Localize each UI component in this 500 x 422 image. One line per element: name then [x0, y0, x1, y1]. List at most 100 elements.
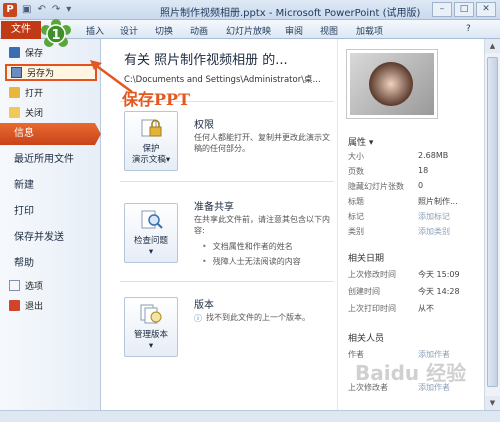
page-title: 有关 照片制作视频相册 的...: [124, 53, 288, 68]
protect-button-label-2: 演示文稿▾: [131, 155, 171, 165]
info-icon: ⓘ: [194, 314, 202, 323]
step-number-badge-icon: 1: [41, 19, 71, 47]
menu-item-open[interactable]: 打开: [5, 84, 97, 101]
menu-item-close[interactable]: 关闭: [5, 104, 97, 121]
property-row: 标题 照片制作...: [348, 196, 484, 207]
check-issues-label-2: ▾: [148, 247, 154, 257]
menu-item-options[interactable]: 选项: [5, 277, 97, 294]
date-row: 创建时间 今天 14:28: [348, 286, 484, 297]
date-row: 上次修改时间 今天 15:09: [348, 269, 484, 280]
tab-review[interactable]: 审阅: [285, 24, 303, 37]
customize-qat-icon[interactable]: ▾: [66, 4, 71, 15]
property-key: 标题: [348, 197, 364, 206]
powerpoint-app-icon[interactable]: P: [3, 3, 17, 17]
date-value: 今天 15:09: [418, 270, 460, 279]
list-item: 残障人士无法阅读的内容: [202, 256, 301, 267]
menu-item-save-as[interactable]: 另存为: [5, 64, 97, 81]
related-people-heading: 相关人员: [348, 334, 385, 344]
ribbon-tab-bar: 文件 插入 设计 切换 动画 幻灯片放映 审阅 视图 加载项 ?: [0, 20, 500, 39]
tab-slideshow[interactable]: 幻灯片放映: [226, 24, 271, 37]
property-key: 类别: [348, 227, 364, 236]
help-icon[interactable]: ?: [466, 24, 471, 34]
check-for-issues-button[interactable]: 检查问题 ▾: [124, 203, 178, 263]
date-key: 上次修改时间: [348, 270, 396, 279]
inspect-document-icon: [141, 210, 163, 229]
versions-heading: 版本: [194, 300, 214, 311]
property-row: 页数 18: [348, 166, 484, 177]
tab-transitions[interactable]: 切换: [155, 24, 173, 37]
title-bar: P ▣ ↶ ↷ ▾ 照片制作视频相册.pptx - Microsoft Powe…: [0, 0, 500, 20]
menu-item-print[interactable]: 打印: [0, 201, 101, 223]
menu-item-new[interactable]: 新建: [0, 175, 101, 197]
options-icon: [9, 280, 20, 291]
watermark: Baidu 经验: [355, 361, 467, 385]
manage-versions-label-2: ▾: [148, 341, 154, 351]
add-tags-field[interactable]: 添加标记: [418, 211, 450, 222]
add-category-field[interactable]: 添加类别: [418, 226, 450, 237]
property-key: 标记: [348, 212, 364, 221]
menu-item-exit-label: 退出: [25, 302, 44, 312]
quick-access-toolbar: ▣ ↶ ↷ ▾: [22, 4, 71, 15]
versions-icon: [140, 304, 162, 324]
close-file-icon: [9, 107, 20, 118]
divider: [120, 281, 334, 282]
window-controls: – □ ✕: [432, 2, 496, 17]
save-as-icon: [11, 67, 22, 78]
scroll-down-icon[interactable]: ▼: [485, 396, 500, 410]
property-key: 隐藏幻灯片张数: [348, 182, 404, 191]
tab-design[interactable]: 设计: [120, 24, 138, 37]
window-title: 照片制作视频相册.pptx - Microsoft PowerPoint (试用…: [160, 8, 421, 19]
date-row: 上次打印时间 从不: [348, 303, 484, 314]
redo-icon[interactable]: ↷: [52, 4, 60, 15]
property-value[interactable]: 照片制作...: [418, 196, 458, 207]
menu-item-options-label: 选项: [25, 282, 44, 292]
maximize-button[interactable]: □: [454, 2, 474, 17]
undo-icon[interactable]: ↶: [37, 4, 45, 15]
related-dates-heading: 相关日期: [348, 254, 385, 264]
date-key: 上次打印时间: [348, 304, 396, 313]
annotation-label: 保存PPT: [122, 90, 190, 109]
scrollbar-thumb[interactable]: [487, 57, 498, 387]
tab-file[interactable]: 文件: [1, 21, 41, 39]
menu-item-save-send[interactable]: 保存并发送: [0, 227, 101, 249]
minimize-button[interactable]: –: [432, 2, 452, 17]
tab-addins[interactable]: 加载项: [356, 24, 383, 37]
manage-versions-label-1: 管理版本: [133, 330, 168, 340]
tab-view[interactable]: 视图: [320, 24, 338, 37]
property-row: 大小 2.68MB: [348, 151, 484, 162]
prepare-sharing-text: 在共享此文件前，请注意其包含以下内容:: [194, 215, 330, 235]
menu-item-recent[interactable]: 最近所用文件: [0, 149, 101, 171]
scroll-up-icon[interactable]: ▲: [485, 39, 500, 53]
step-number: 1: [51, 28, 60, 43]
permissions-heading: 权限: [194, 120, 214, 131]
tab-animations[interactable]: 动画: [190, 24, 208, 37]
property-value: 2.68MB: [418, 151, 449, 160]
properties-panel: 属性 ▾ 大小 2.68MB 页数 18 隐藏幻灯片张数 0 标题 照片制作..…: [337, 39, 484, 410]
save-icon[interactable]: ▣: [22, 4, 31, 15]
menu-item-help[interactable]: 帮助: [0, 253, 101, 275]
property-key: 页数: [348, 167, 364, 176]
close-button[interactable]: ✕: [476, 2, 496, 17]
tab-insert[interactable]: 插入: [86, 24, 104, 37]
protect-presentation-button[interactable]: 保护 演示文稿▾: [124, 111, 178, 171]
menu-item-exit[interactable]: 退出: [5, 297, 97, 314]
manage-versions-button[interactable]: 管理版本 ▾: [124, 297, 178, 357]
property-value: 0: [418, 181, 424, 190]
menu-item-save-as-label: 另存为: [27, 69, 55, 79]
menu-item-info[interactable]: 信息: [0, 123, 101, 145]
property-key: 大小: [348, 152, 364, 161]
versions-text: 找不到此文件的上一个版本。: [206, 313, 310, 322]
open-folder-icon: [9, 87, 20, 98]
property-row: 隐藏幻灯片张数 0: [348, 181, 484, 192]
prepare-sharing-heading: 准备共享: [194, 202, 234, 213]
check-issues-label-1: 检查问题: [133, 236, 168, 246]
document-path: C:\Documents and Settings\Administrator\…: [124, 75, 321, 85]
vertical-scrollbar[interactable]: ▲ ▼: [484, 39, 500, 410]
status-bar: [0, 410, 500, 422]
properties-heading[interactable]: 属性 ▾: [348, 135, 373, 148]
date-value: 今天 14:28: [418, 287, 460, 296]
photo-face-image: [369, 62, 413, 106]
menu-item-close-label: 关闭: [25, 109, 44, 119]
lock-icon: [141, 119, 162, 137]
presentation-thumbnail[interactable]: [346, 49, 438, 119]
